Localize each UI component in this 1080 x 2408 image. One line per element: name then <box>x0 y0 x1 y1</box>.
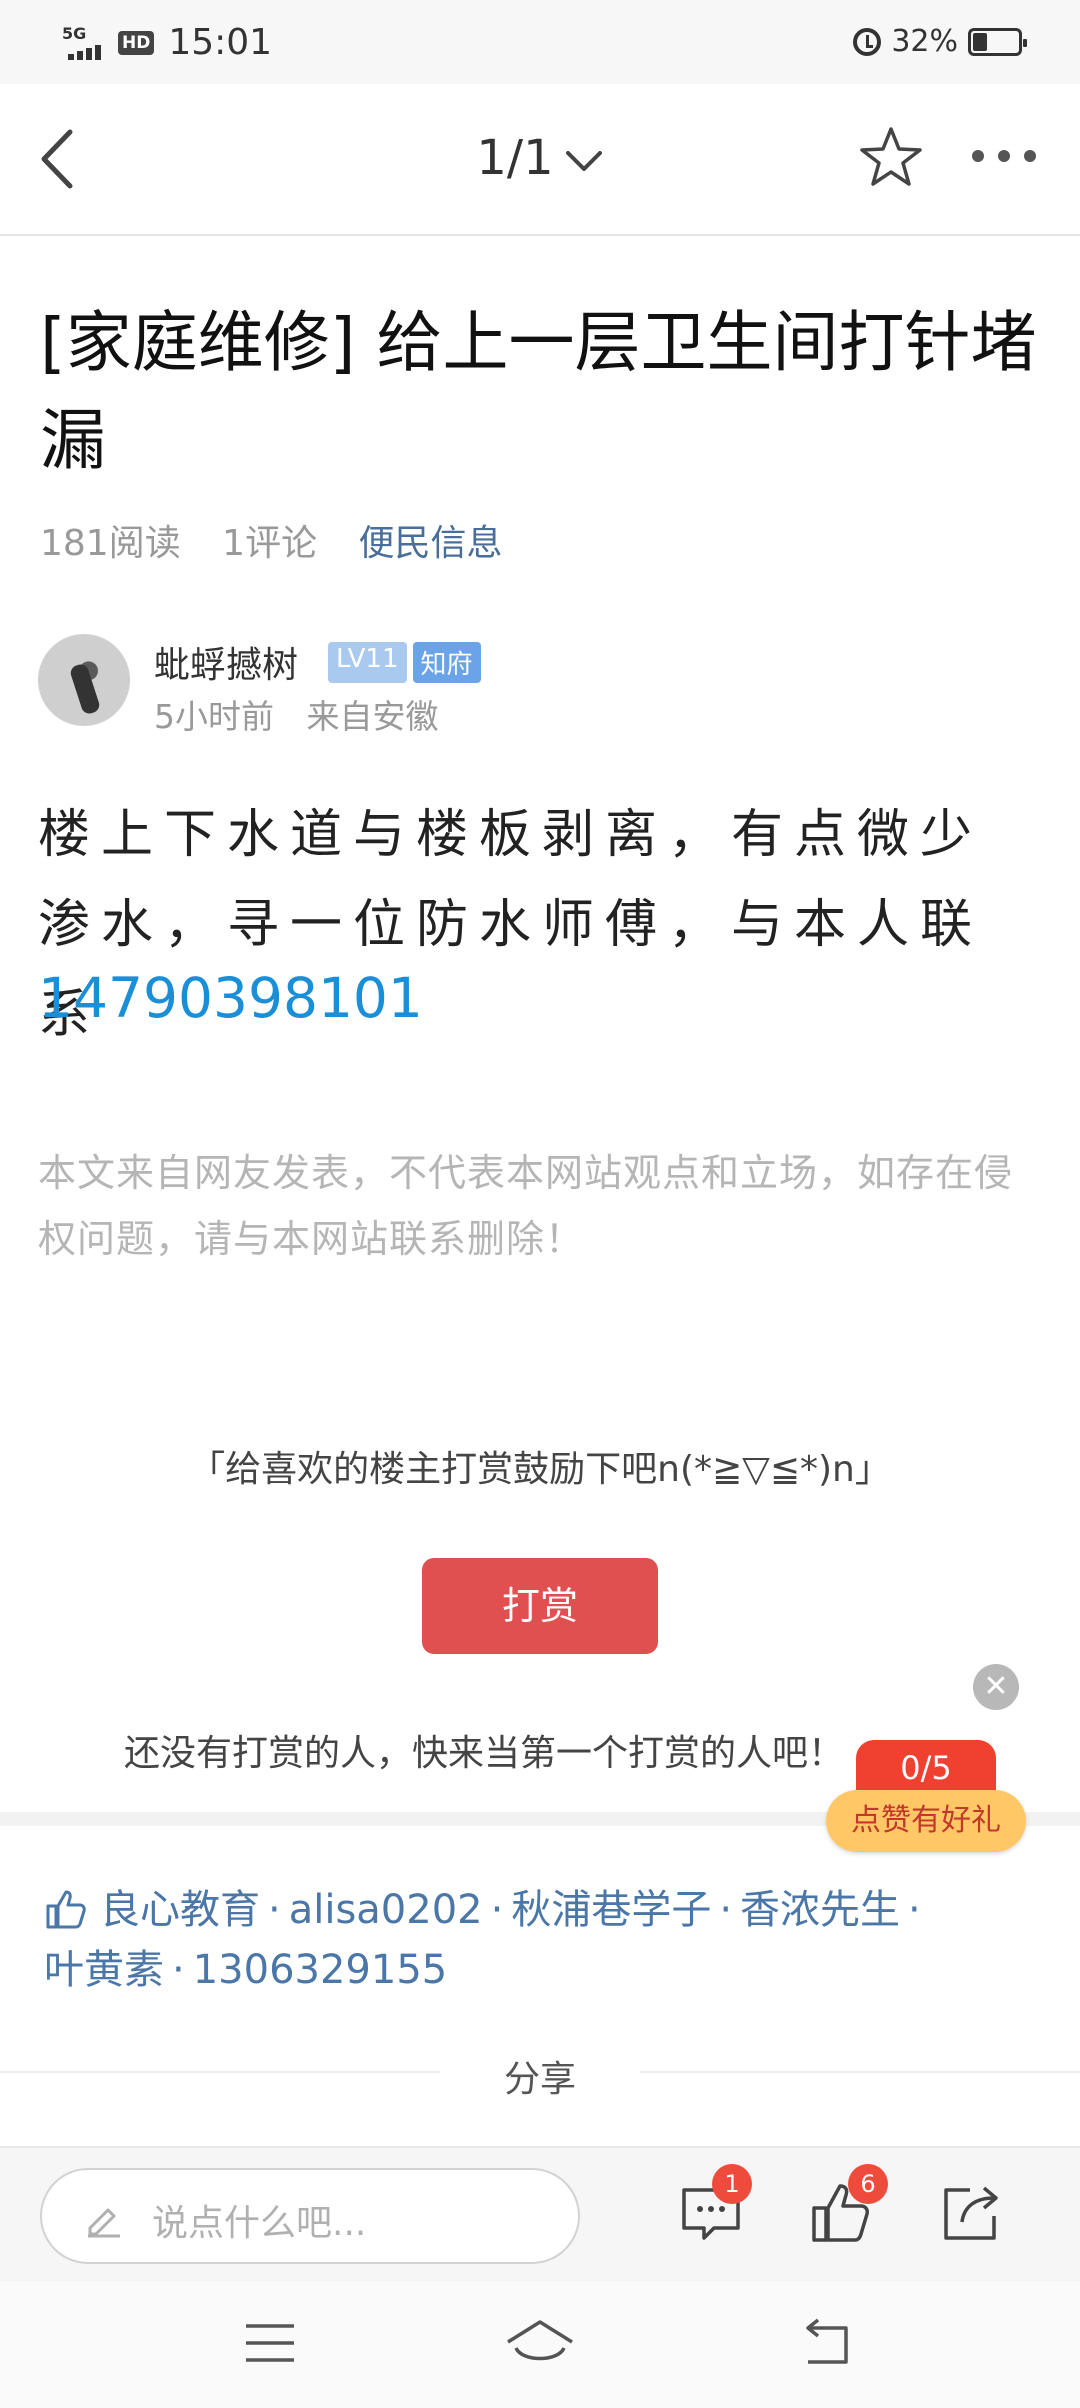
like-progress: 0/5 <box>856 1740 996 1796</box>
post-time: 5小时前 <box>154 697 274 736</box>
phone-link[interactable]: 14790398101 <box>38 966 423 1030</box>
liker-name[interactable]: 香浓先生 <box>740 1887 900 1933</box>
post-location: 来自安徽 <box>306 697 439 736</box>
like-count-badge: 6 <box>848 2164 888 2204</box>
read-count: 181阅读 <box>40 523 181 564</box>
disclaimer: 本文来自网友发表，不代表本网站观点和立场，如存在侵权问题，请与本网站联系删除！ <box>38 1151 1014 1261</box>
comment-placeholder: 说点什么吧... <box>152 2203 367 2244</box>
home-icon[interactable] <box>504 2318 576 2370</box>
share-label: 分享 <box>503 2059 576 2100</box>
article-meta: 181阅读 1评论 便民信息 <box>40 514 533 566</box>
status-bar: 5G HD 15:01 32% <box>0 0 1080 84</box>
role-badge: 知府 <box>412 642 481 683</box>
reward-button[interactable]: 打赏 <box>422 1558 658 1654</box>
share-icon <box>944 2186 998 2240</box>
system-navigation-bar <box>0 2282 1080 2408</box>
page-indicator: 1/1 <box>476 130 554 186</box>
like-button[interactable]: 6 <box>806 2164 888 2248</box>
author-name[interactable]: 蚍蜉撼树 <box>154 636 298 688</box>
liker-name[interactable]: 良心教育 <box>100 1887 260 1933</box>
liker-name[interactable]: 叶黄素 <box>44 1947 164 1993</box>
close-icon[interactable]: ✕ <box>973 1664 1019 1710</box>
status-right: 32% <box>853 24 1027 59</box>
dot-icon <box>972 150 984 162</box>
level-badge: LV11 <box>328 642 407 683</box>
liker-name[interactable]: 1306329155 <box>193 1947 448 1993</box>
category-link[interactable]: 便民信息 <box>359 523 503 564</box>
top-nav-bar: 1/1 <box>0 84 1080 236</box>
dot-icon <box>998 150 1010 162</box>
back-icon[interactable] <box>796 2318 852 2368</box>
reward-message: 「给喜欢的楼主打赏鼓励下吧n(*≧▽≦*)n」 <box>189 1449 891 1490</box>
comment-input[interactable]: 说点什么吧... <box>40 2168 580 2264</box>
network-type: 5G <box>62 23 87 43</box>
battery-percent: 32% <box>891 24 958 59</box>
status-left: 5G HD 15:01 <box>62 22 272 63</box>
comments-button[interactable]: 1 <box>676 2164 752 2248</box>
chevron-down-icon <box>565 151 602 171</box>
more-options-button[interactable] <box>972 150 1036 162</box>
liker-name[interactable]: 秋浦巷学子 <box>511 1887 711 1933</box>
like-promo-widget[interactable]: 0/5 点赞有好礼 <box>826 1740 1026 1860</box>
author-block: 蚍蜉撼树 LV11 知府 5小时前 来自安徽 <box>38 634 1038 736</box>
author-subinfo: 5小时前 来自安徽 <box>154 690 461 738</box>
no-reward-text: 还没有打赏的人，快来当第一个打赏的人吧！ <box>124 1733 845 1774</box>
bottom-action-bar: 说点什么吧... 1 6 <box>0 2146 1080 2282</box>
share-button[interactable] <box>936 2178 1006 2248</box>
likers-list: 良心教育 · alisa0202 · 秋浦巷学子 · 香浓先生 · 叶黄素 · 1306329155 <box>44 1887 921 1993</box>
article-title: [家庭维修] 给上一层卫生间打针堵漏 <box>40 304 1037 479</box>
thumbs-up-icon <box>46 1890 86 1929</box>
liker-name[interactable]: alisa0202 <box>289 1887 483 1933</box>
author-badges: LV11 知府 <box>328 642 481 683</box>
menu-icon[interactable] <box>242 2318 298 2368</box>
comment-count[interactable]: 1评论 <box>222 523 317 564</box>
signal-icon: 5G <box>62 23 108 63</box>
comment-count-badge: 1 <box>712 2164 752 2204</box>
favorite-button[interactable] <box>858 124 924 190</box>
like-promo-label: 点赞有好礼 <box>826 1790 1026 1852</box>
hd-badge: HD <box>118 30 155 55</box>
dot-icon <box>1024 150 1036 162</box>
pencil-icon <box>88 2208 120 2238</box>
avatar[interactable] <box>38 634 130 726</box>
alarm-icon <box>853 27 882 56</box>
clock: 15:01 <box>168 22 273 63</box>
star-icon <box>860 127 922 186</box>
battery-icon <box>968 27 1027 56</box>
